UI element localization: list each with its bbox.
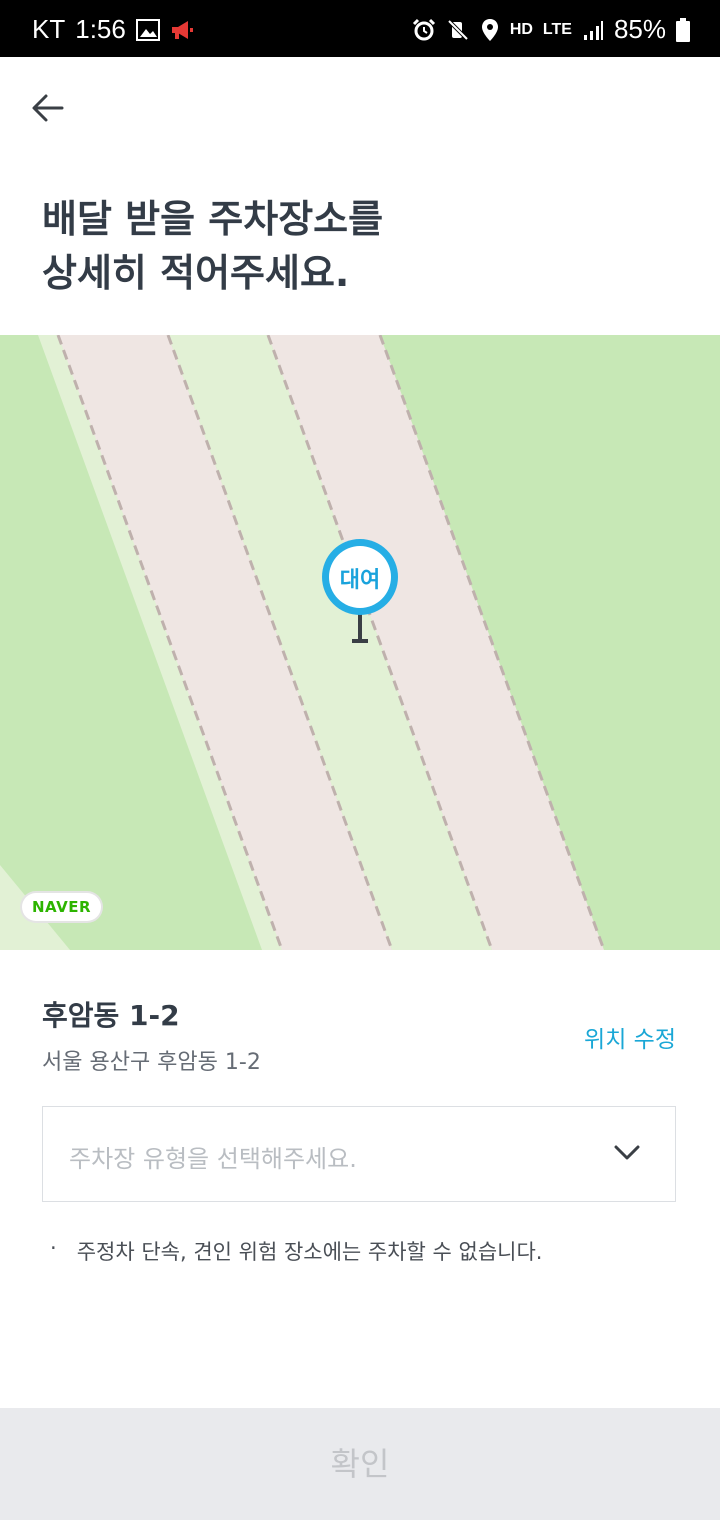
marker-label: 대여 [339,568,381,593]
address-title: 후암동 1-2 [42,999,180,1032]
megaphone-icon [171,20,193,39]
page-title: 배달 받을 주차장소를 상세히 적어주세요. [42,192,383,300]
status-left: KT 1:56 [32,14,194,45]
mute-icon [447,19,469,40]
back-button[interactable] [28,86,72,130]
parking-type-placeholder: 주차장 유형을 선택해주세요. [69,1145,357,1173]
parking-type-select[interactable]: 주차장 유형을 선택해주세요. [42,1106,676,1202]
battery-percent: 85% [613,14,666,44]
status-right: HD LTE 85% [412,14,690,45]
confirm-button[interactable]: 확인 [0,1408,720,1520]
naver-logo: NAVER [22,893,102,921]
edit-location-button[interactable]: 위치 수정 [584,1020,676,1054]
image-icon [135,18,160,41]
parking-notice: · 주정차 단속, 견인 위험 장소에는 주차할 수 없습니다. [50,1236,542,1266]
signal-icon [583,20,603,40]
hd-indicator: HD [509,20,533,38]
clock: 1:56 [75,14,126,44]
page-title-line1: 배달 받을 주차장소를 [42,197,384,241]
network-indicator: LTE [542,20,572,38]
arrow-left-icon [32,94,64,122]
notice-bullet: · [50,1236,57,1260]
status-bar: KT 1:56 HD LTE 85% [0,0,720,57]
map-view[interactable]: 대여 NAVER [0,335,720,950]
carrier-label: KT [32,14,66,44]
page-title-line2: 상세히 적어주세요. [42,251,350,295]
location-icon [481,18,498,41]
alarm-icon [412,18,435,40]
notice-text: 주정차 단속, 견인 위험 장소에는 주차할 수 없습니다. [76,1240,543,1264]
chevron-down-icon [614,1145,640,1160]
battery-icon [676,17,690,42]
address-full: 서울 용산구 후암동 1-2 [42,1050,261,1075]
